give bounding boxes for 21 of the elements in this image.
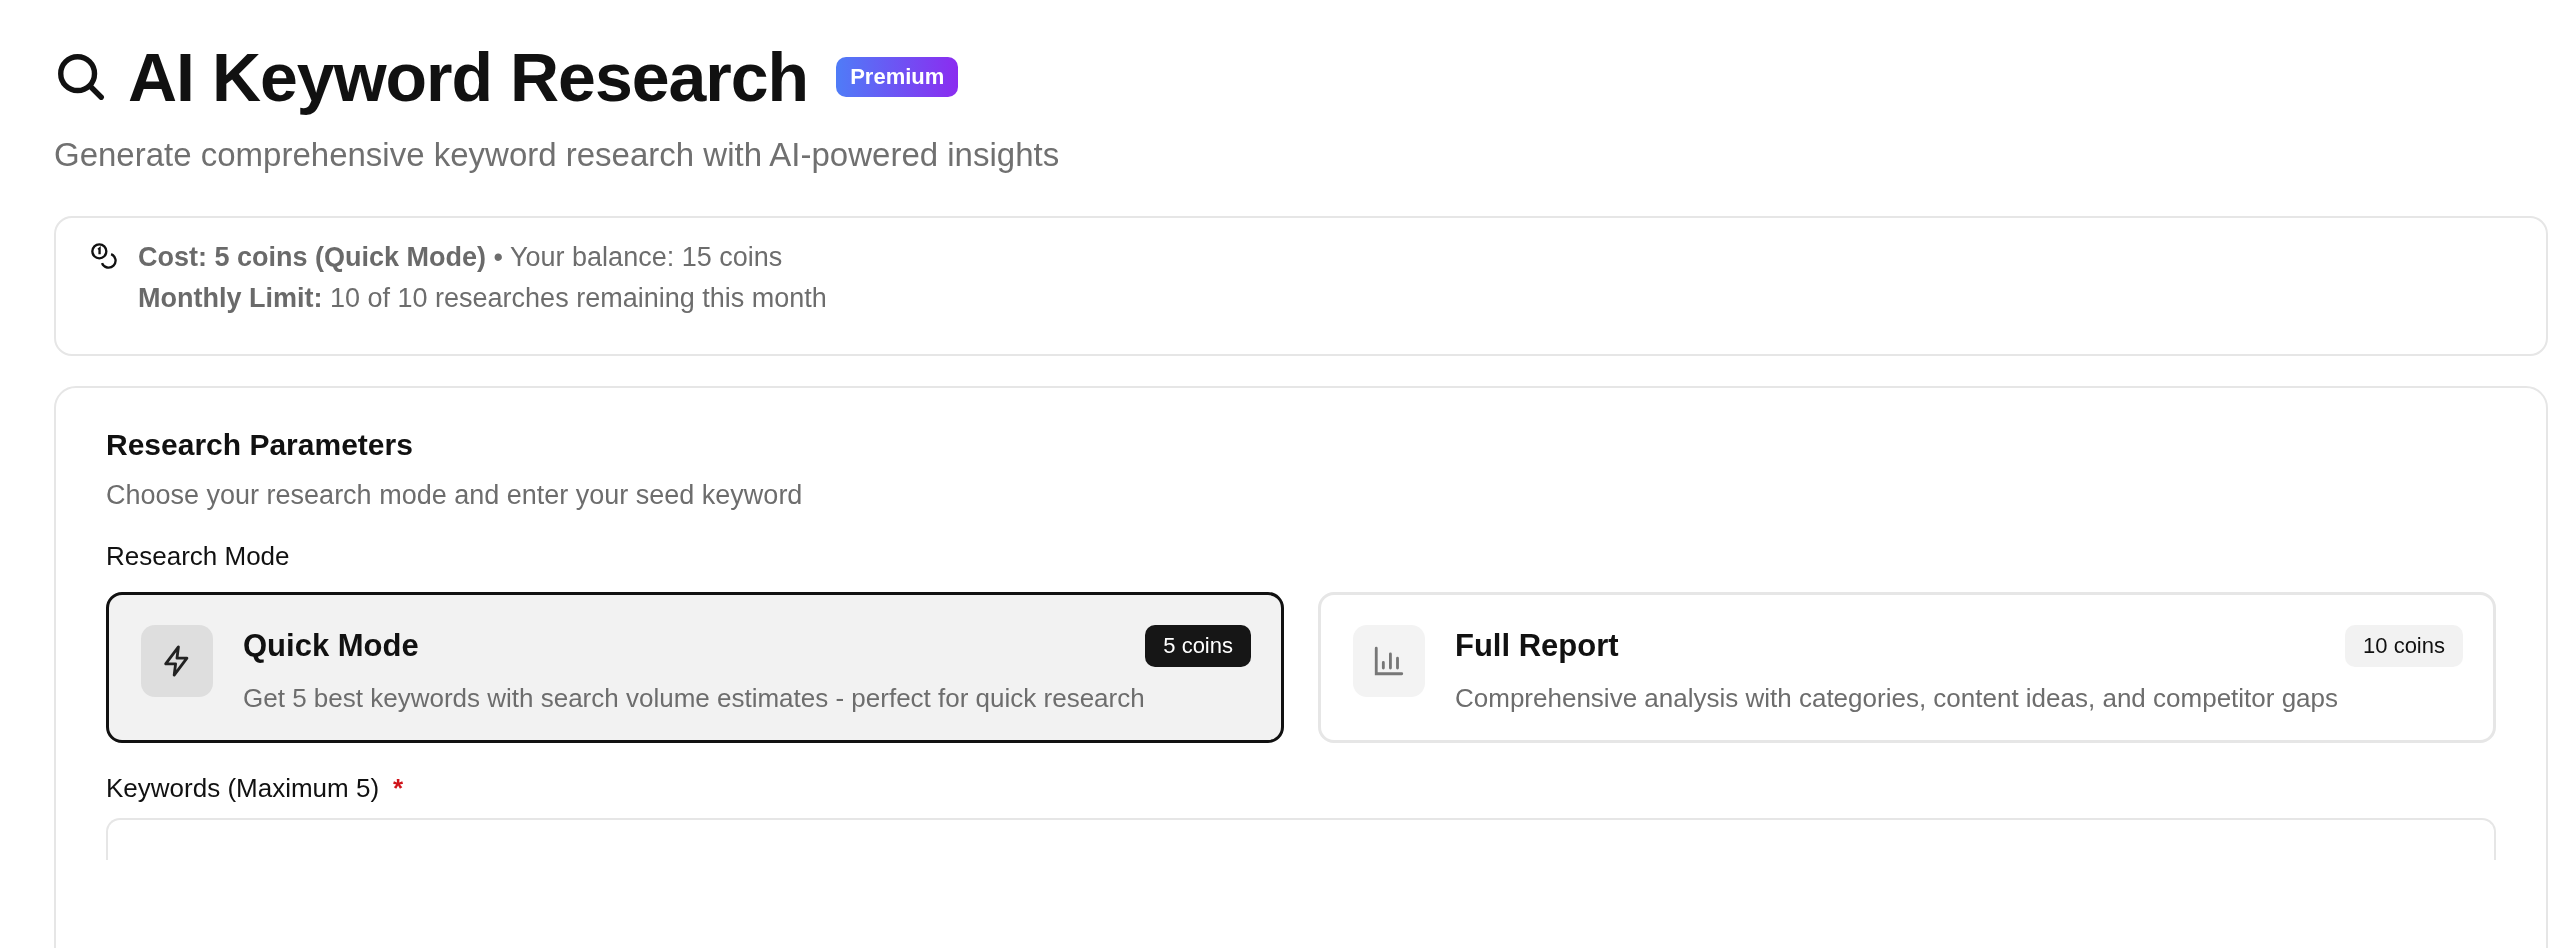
field-label: Keywords (Maximum 5) bbox=[106, 773, 380, 804]
mode-description: Get 5 best keywords with search volume estimates - perfect for quick research bbox=[243, 683, 1146, 714]
mode-title: Quick Mode bbox=[243, 628, 419, 664]
bar-chart-icon bbox=[1372, 644, 1406, 678]
page-subtitle: Generate comprehensive keyword research with AI-powered insights bbox=[54, 136, 1061, 174]
price-badge: 10 coins bbox=[2345, 625, 2463, 667]
mode-option[interactable]: Quick Mode 5 coins Get 5 best keywords with search volume estimates - perfect for quick research bbox=[106, 592, 1284, 743]
mode-title: Full Report bbox=[1455, 628, 1619, 664]
cost-text: Cost: 5 coins (Quick Mode) • Your balance: 15 coins bbox=[138, 242, 784, 273]
premium-badge: Premium bbox=[836, 57, 959, 97]
price-badge: 5 coins bbox=[1145, 625, 1251, 667]
required-mark: * bbox=[393, 773, 404, 804]
section-subtitle: Choose your research mode and enter your seed keyword bbox=[106, 480, 804, 511]
keywords-field[interactable] bbox=[106, 818, 2496, 860]
mode-option[interactable]: Full Report 10 coins Comprehensive analysis with categories, content ideas, and competitor gaps bbox=[1318, 592, 2496, 743]
section-title: Research Parameters bbox=[106, 428, 414, 462]
coins-icon bbox=[90, 242, 118, 270]
mode-description: Comprehensive analysis with categories, content ideas, and competitor gaps bbox=[1455, 683, 2340, 714]
monthly-limit-text: Monthly Limit: 10 of 10 researches remaining this month bbox=[138, 283, 827, 314]
page-title: AI Keyword Research bbox=[128, 38, 809, 116]
field-label: Research Mode bbox=[106, 541, 291, 572]
